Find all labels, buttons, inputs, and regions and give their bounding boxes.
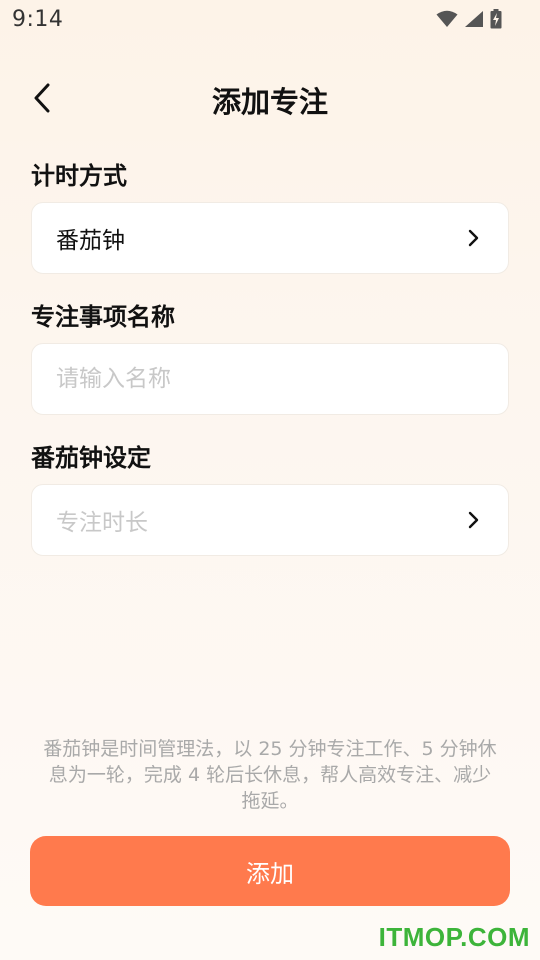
status-bar: 9:14: [0, 0, 540, 38]
pomodoro-settings-label: 番茄钟设定: [31, 444, 151, 472]
wifi-icon: [436, 10, 458, 28]
chevron-left-icon: [33, 83, 51, 117]
back-button[interactable]: [22, 80, 62, 120]
timer-mode-label: 计时方式: [31, 162, 127, 190]
signal-icon: [464, 10, 484, 28]
page-title: 添加专注: [211, 85, 328, 119]
chevron-right-icon: [464, 510, 484, 530]
chevron-right-icon: [464, 228, 484, 248]
task-name-input[interactable]: [56, 366, 484, 392]
watermark-logo: ITMOP.COM: [378, 922, 530, 952]
timer-mode-value: 番茄钟: [56, 228, 125, 254]
task-name-label: 专注事项名称: [31, 303, 175, 331]
focus-duration-selector[interactable]: 专注时长: [31, 484, 509, 556]
battery-charging-icon: [490, 9, 502, 29]
header: 添加专注: [0, 70, 540, 130]
add-button[interactable]: 添加: [30, 836, 510, 906]
pomodoro-hint-text: 番茄钟是时间管理法，以 25 分钟专注工作、5 分钟休息为一轮，完成 4 轮后长…: [43, 738, 497, 812]
timer-mode-selector[interactable]: 番茄钟: [31, 202, 509, 274]
status-icons: [436, 9, 502, 29]
task-name-field[interactable]: [31, 343, 509, 415]
status-time: 9:14: [12, 6, 64, 32]
focus-duration-placeholder: 专注时长: [56, 510, 148, 536]
